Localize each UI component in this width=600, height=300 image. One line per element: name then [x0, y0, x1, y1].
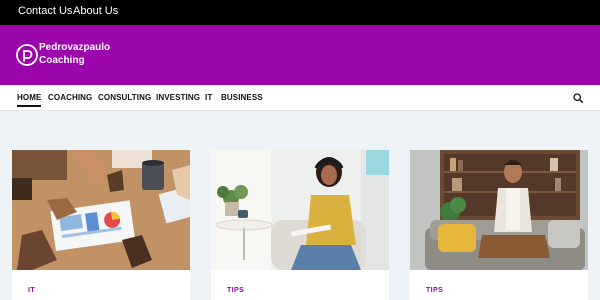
contact-us-link[interactable]: Contact Us	[18, 5, 72, 17]
post-category[interactable]: TIPS	[426, 287, 443, 294]
post-category[interactable]: TIPS	[227, 287, 244, 294]
nav-item-business[interactable]: BUSINESS	[221, 93, 263, 102]
site-title[interactable]: Pedrovazpaulo Coaching	[39, 42, 110, 67]
site-title-line-2: Coaching	[39, 54, 85, 66]
top-bar: Contact Us About Us	[0, 0, 600, 25]
brand-logo-icon[interactable]	[14, 42, 40, 68]
post-card[interactable]: TIPS	[410, 150, 588, 300]
post-image-team-meeting[interactable]	[12, 150, 190, 270]
post-image-man-meditating[interactable]	[410, 150, 588, 270]
nav-item-coaching[interactable]: COACHING	[48, 93, 92, 102]
post-image-woman-headphones[interactable]	[211, 150, 389, 270]
post-category[interactable]: IT	[28, 287, 35, 294]
main-nav: HOME COACHING CONSULTING INVESTING IT BU…	[0, 85, 600, 111]
nav-item-it[interactable]: IT	[205, 93, 212, 102]
site-title-line-1: Pedrovazpaulo	[39, 42, 111, 53]
post-card[interactable]: IT	[12, 150, 190, 300]
about-us-link[interactable]: About Us	[73, 5, 118, 17]
nav-item-investing[interactable]: INVESTING	[156, 93, 200, 102]
search-icon[interactable]	[573, 93, 583, 103]
post-card[interactable]: TIPS	[211, 150, 389, 300]
site-header: Pedrovazpaulo Coaching	[0, 25, 600, 85]
nav-item-home[interactable]: HOME	[17, 93, 42, 107]
nav-item-consulting[interactable]: CONSULTING	[98, 93, 151, 102]
